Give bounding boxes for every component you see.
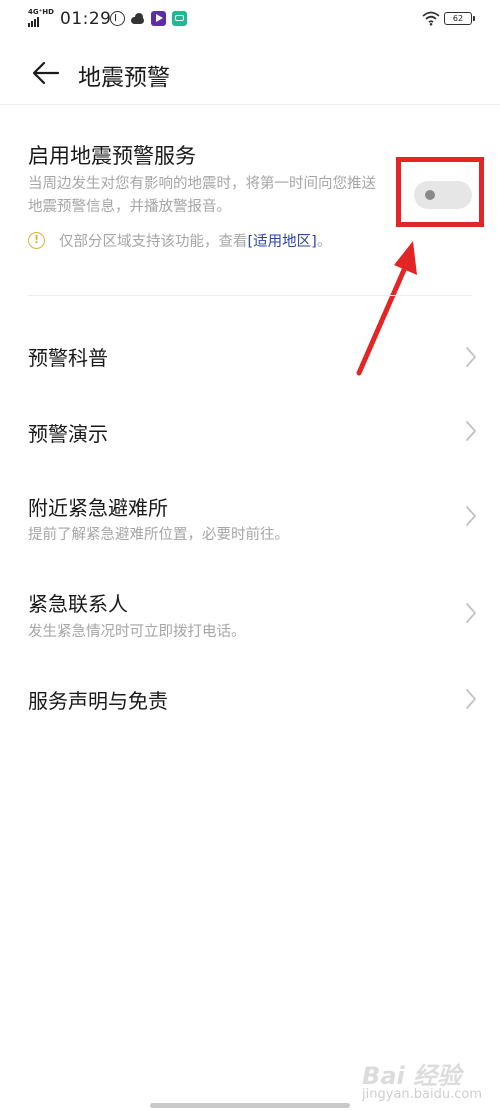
menu-item-title: 附近紧急避难所 <box>28 496 168 520</box>
chevron-right-icon <box>466 347 476 367</box>
warning-icon: ! <box>28 232 45 249</box>
chevron-right-icon <box>466 689 476 709</box>
region-notice: ! 仅部分区域支持该功能，查看 [适用地区] 。 <box>28 230 331 251</box>
app-bar: 地震预警 <box>0 38 500 105</box>
chevron-right-icon <box>466 603 476 623</box>
battery-icon: 62 <box>444 12 475 25</box>
menu-item-service-disclaimer[interactable]: 服务声明与免责 <box>0 663 500 735</box>
status-time: 01:29 <box>60 9 112 29</box>
menu-item-alert-science[interactable]: 预警科普 <box>0 322 500 394</box>
baidu-jingyan-watermark: Bai 经验 jingyan.baidu.com <box>362 1056 482 1102</box>
menu-item-subtitle: 提前了解紧急避难所位置，必要时前往。 <box>28 527 289 543</box>
supported-regions-link[interactable]: [适用地区] <box>248 230 317 251</box>
menu-item-alert-demo[interactable]: 预警演示 <box>0 396 500 468</box>
chevron-right-icon <box>466 506 476 526</box>
menu-item-title: 服务声明与免责 <box>28 689 168 713</box>
menu-item-nearby-shelters[interactable]: 附近紧急避难所 提前了解紧急避难所位置，必要时前往。 <box>0 480 500 564</box>
menu-item-title: 紧急联系人 <box>28 592 128 616</box>
alert-setting-description: 当周边发生对您有影响的地震时，将第一时间向您推送地震预警信息，并播放警报音。 <box>28 176 376 215</box>
notification-icon <box>110 11 125 26</box>
network-type: 4G⁺HD <box>28 8 54 16</box>
app-notification-icon <box>172 11 187 26</box>
status-bar: 4G⁺HD 01:29 62 <box>0 0 500 38</box>
menu-item-emergency-contacts[interactable]: 紧急联系人 发生紧急情况时可立即拨打电话。 <box>0 578 500 662</box>
watermark-brand: Bai 经验 <box>362 1062 462 1090</box>
signal-icon <box>28 17 39 27</box>
back-arrow-icon <box>32 61 60 85</box>
watermark-url: jingyan.baidu.com <box>362 1087 482 1102</box>
annotation-highlight-box <box>396 157 484 227</box>
cloud-icon <box>130 11 145 26</box>
section-divider <box>28 295 472 296</box>
back-button[interactable] <box>26 54 66 94</box>
notice-text: 仅部分区域支持该功能，查看 <box>59 234 248 250</box>
video-app-icon <box>151 11 166 26</box>
notice-suffix: 。 <box>316 234 332 250</box>
menu-item-title: 预警科普 <box>28 346 108 370</box>
wifi-icon <box>422 11 440 26</box>
home-indicator[interactable] <box>150 1103 350 1108</box>
chevron-right-icon <box>466 421 476 441</box>
menu-item-subtitle: 发生紧急情况时可立即拨打电话。 <box>28 624 246 640</box>
menu-item-title: 预警演示 <box>28 422 108 446</box>
page-title: 地震预警 <box>78 65 170 91</box>
alert-setting-title: 启用地震预警服务 <box>28 144 196 168</box>
